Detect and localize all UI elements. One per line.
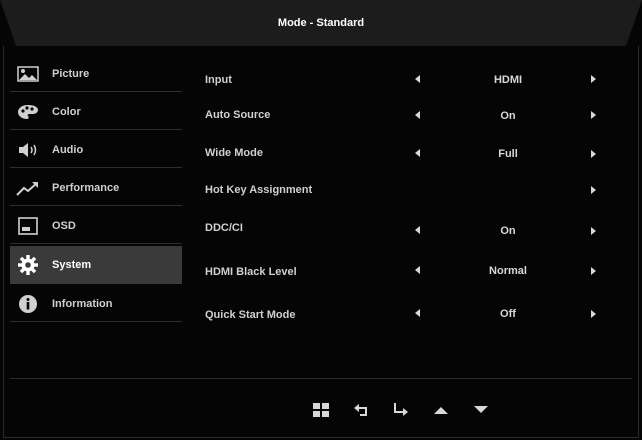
setting-label: DDC/CI: [205, 222, 243, 234]
picture-icon: [16, 64, 40, 84]
enter-icon[interactable]: [392, 402, 410, 423]
setting-value: On: [500, 225, 516, 237]
palette-icon: [16, 102, 40, 122]
setting-value: HDMI: [493, 74, 523, 86]
menu-grid-icon[interactable]: [312, 402, 330, 423]
down-arrow-icon[interactable]: [472, 402, 490, 423]
sidebar-item-osd[interactable]: OSD: [10, 208, 182, 244]
setting-label: Wide Mode: [205, 147, 263, 159]
sidebar-item-audio[interactable]: Audio: [10, 132, 182, 168]
sidebar-item-label: System: [52, 258, 92, 271]
arrow-right-icon[interactable]: [591, 310, 596, 318]
arrow-left-icon[interactable]: [415, 266, 420, 274]
sidebar-item-label: Information: [52, 297, 113, 310]
sidebar-item-performance[interactable]: Performance: [10, 170, 182, 206]
footer-divider: [10, 378, 632, 379]
setting-label: Hot Key Assignment: [205, 184, 313, 196]
sidebar-item-label: Picture: [52, 67, 90, 80]
sidebar-item-label: OSD: [52, 219, 76, 232]
arrow-left-icon[interactable]: [415, 309, 420, 317]
sidebar-item-label: Audio: [52, 143, 84, 156]
osd-window-icon: [16, 216, 40, 236]
setting-label: Input: [205, 74, 232, 86]
speaker-icon: [16, 140, 40, 160]
arrow-left-icon[interactable]: [415, 149, 420, 157]
arrow-right-icon[interactable]: [591, 150, 596, 158]
arrow-right-icon[interactable]: [591, 75, 596, 83]
page-title: Mode - Standard: [277, 17, 365, 29]
sidebar-item-system[interactable]: System: [10, 246, 182, 284]
setting-value: On: [500, 110, 516, 122]
trend-up-icon: [16, 178, 40, 198]
setting-value: Full: [498, 148, 518, 160]
arrow-left-icon[interactable]: [415, 111, 420, 119]
sidebar-item-color[interactable]: Color: [10, 94, 182, 130]
setting-value: Normal: [489, 265, 527, 277]
sidebar-item-information[interactable]: Information: [10, 286, 182, 322]
sidebar-item-label: Performance: [52, 181, 120, 194]
sidebar-item-label: Color: [52, 105, 81, 118]
arrow-right-icon[interactable]: [591, 267, 596, 275]
info-icon: [16, 294, 40, 314]
sidebar-item-picture[interactable]: Picture: [10, 56, 182, 92]
arrow-right-icon[interactable]: [591, 111, 596, 119]
arrow-right-icon[interactable]: [591, 186, 596, 194]
arrow-left-icon[interactable]: [415, 226, 420, 234]
setting-label: Auto Source: [205, 109, 271, 121]
setting-label: Quick Start Mode: [205, 309, 296, 321]
setting-value: Off: [500, 308, 516, 320]
up-arrow-icon[interactable]: [432, 402, 450, 423]
gear-icon: [16, 254, 40, 275]
arrow-right-icon[interactable]: [591, 227, 596, 235]
back-icon[interactable]: [352, 402, 370, 423]
arrow-left-icon[interactable]: [415, 75, 420, 83]
osd-menu: Mode - Standard Picture Color Audio Perf…: [0, 0, 642, 440]
setting-label: HDMI Black Level: [205, 266, 297, 278]
